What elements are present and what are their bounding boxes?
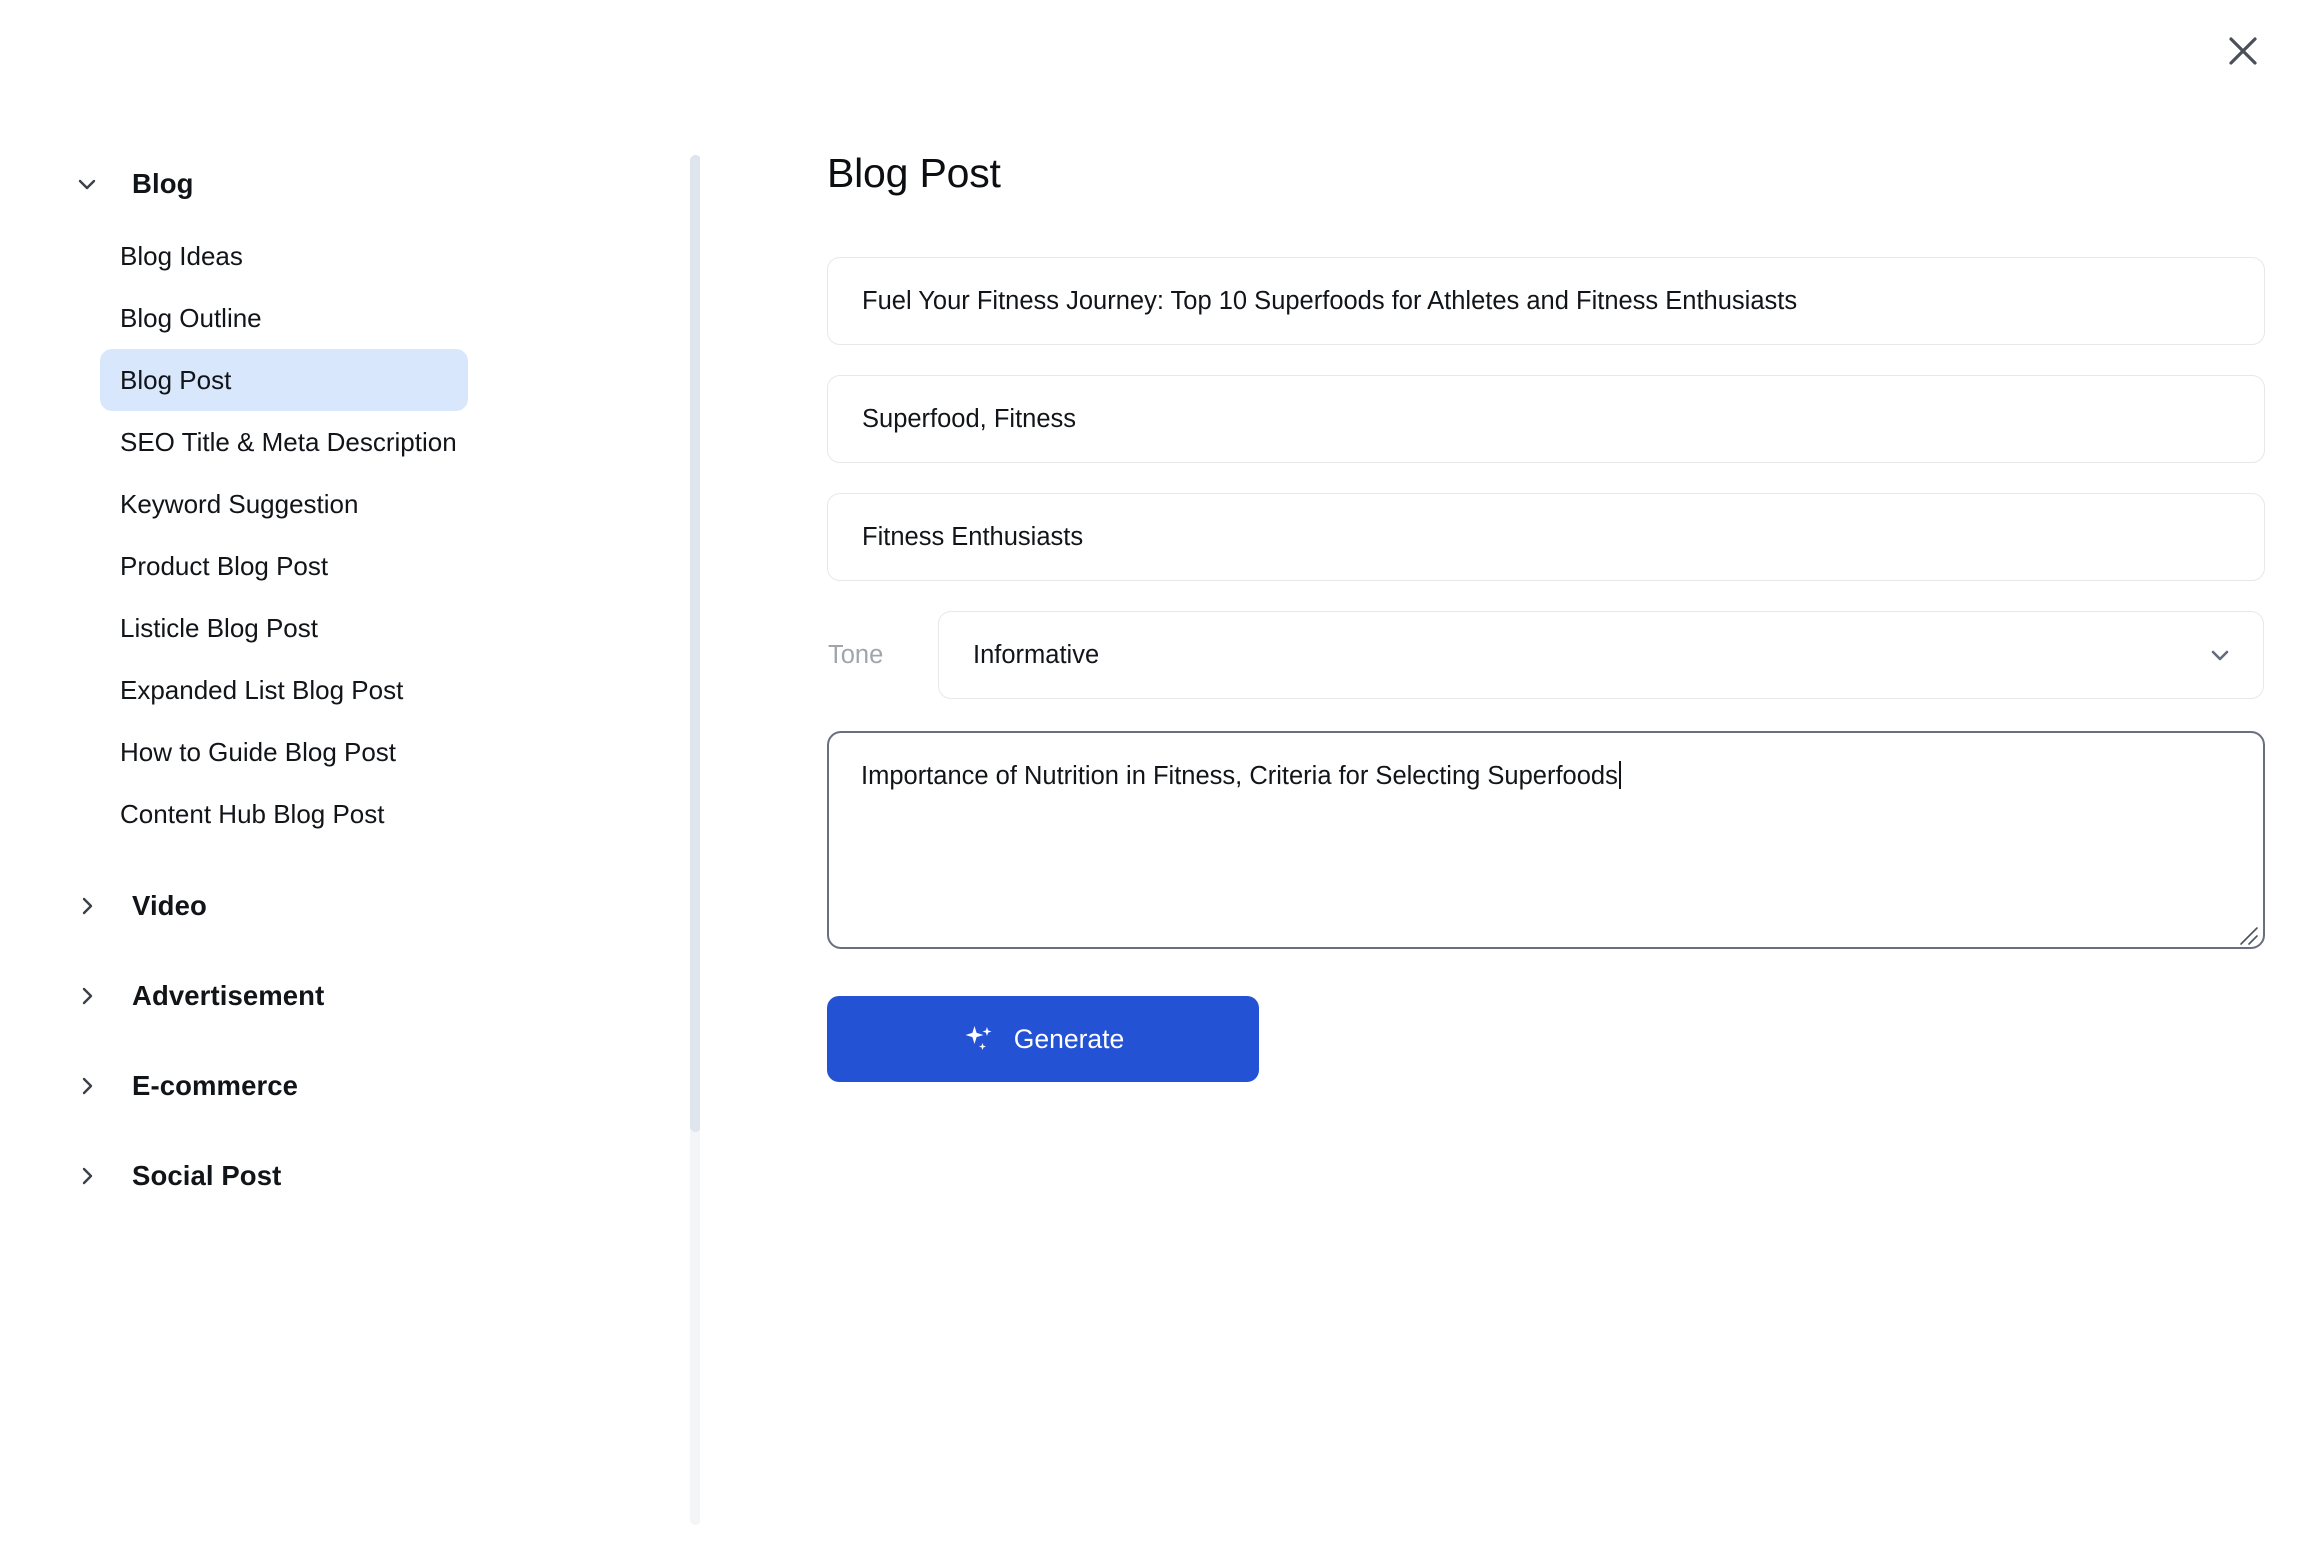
- sidebar-item-label: Blog Post: [120, 364, 232, 395]
- sidebar-item-how-to-guide-blog-post[interactable]: How to Guide Blog Post: [100, 721, 468, 783]
- sidebar-item-label: Keyword Suggestion: [120, 488, 359, 519]
- sidebar-item-blog-ideas[interactable]: Blog Ideas: [100, 225, 468, 287]
- chevron-right-icon: [72, 891, 102, 921]
- sidebar-item-seo-title-meta-description[interactable]: SEO Title & Meta Description: [100, 411, 468, 473]
- text-cursor: [1618, 761, 1621, 789]
- sidebar-item-blog-outline[interactable]: Blog Outline: [100, 287, 468, 349]
- sidebar-group-video[interactable]: Video: [0, 877, 700, 935]
- sidebar-item-product-blog-post[interactable]: Product Blog Post: [100, 535, 468, 597]
- topic-input-value: Fuel Your Fitness Journey: Top 10 Superf…: [862, 286, 1798, 315]
- sidebar-group-social-post[interactable]: Social Post: [0, 1147, 700, 1205]
- page-title: Blog Post: [827, 150, 1001, 196]
- sidebar-item-label: Blog Outline: [120, 302, 262, 333]
- chevron-right-icon: [72, 1071, 102, 1101]
- tone-select[interactable]: Informative: [938, 611, 2264, 699]
- generate-button[interactable]: Generate: [827, 996, 1259, 1082]
- outline-textarea-value: Importance of Nutrition in Fitness, Crit…: [861, 762, 1618, 790]
- dialog-body: Blog Blog Ideas Blog Outline Blog Post S…: [0, 0, 2302, 1546]
- app-root: Blog Blog Ideas Blog Outline Blog Post S…: [0, 0, 2302, 1546]
- sidebar-group-e-commerce[interactable]: E-commerce: [0, 1057, 700, 1115]
- resize-handle-icon[interactable]: [2237, 921, 2259, 945]
- sidebar-item-label: How to Guide Blog Post: [120, 736, 397, 767]
- keywords-input[interactable]: Superfood, Fitness: [827, 375, 2265, 463]
- sidebar-item-label: Listicle Blog Post: [120, 612, 318, 643]
- sidebar-item-expanded-list-blog-post[interactable]: Expanded List Blog Post: [100, 659, 468, 721]
- main-panel: Blog Post Fuel Your Fitness Journey: Top…: [700, 0, 2302, 1546]
- tone-label: Tone: [828, 640, 884, 669]
- sidebar-scrollbar-thumb[interactable]: [690, 155, 700, 1132]
- sidebar-group-label: Video: [132, 890, 207, 921]
- audience-input[interactable]: Fitness Enthusiasts: [827, 493, 2265, 581]
- sidebar: Blog Blog Ideas Blog Outline Blog Post S…: [0, 0, 700, 1546]
- sidebar-item-keyword-suggestion[interactable]: Keyword Suggestion: [100, 473, 468, 535]
- sidebar-item-listicle-blog-post[interactable]: Listicle Blog Post: [100, 597, 468, 659]
- chevron-down-icon: [2205, 640, 2235, 670]
- keywords-input-value: Superfood, Fitness: [862, 404, 1077, 433]
- sidebar-item-blog-post[interactable]: Blog Post: [100, 349, 468, 411]
- sidebar-group-label: Blog: [132, 168, 194, 199]
- chevron-right-icon: [72, 981, 102, 1011]
- chevron-right-icon: [72, 1161, 102, 1191]
- sidebar-item-label: Product Blog Post: [120, 550, 329, 581]
- sidebar-group-label: Social Post: [132, 1160, 282, 1191]
- sidebar-item-label: Content Hub Blog Post: [120, 798, 385, 829]
- sidebar-group-blog[interactable]: Blog: [0, 155, 700, 213]
- sidebar-group-label: Advertisement: [132, 980, 325, 1011]
- sidebar-sublist-blog: Blog Ideas Blog Outline Blog Post SEO Ti…: [0, 225, 700, 845]
- generate-button-label: Generate: [1013, 1023, 1125, 1054]
- tone-row: Tone Informative: [827, 611, 2302, 699]
- sparkle-icon: [962, 1022, 996, 1056]
- sidebar-item-label: Blog Ideas: [120, 240, 243, 271]
- chevron-down-icon: [72, 169, 102, 199]
- outline-textarea[interactable]: Importance of Nutrition in Fitness, Crit…: [827, 731, 2265, 949]
- sidebar-group-advertisement[interactable]: Advertisement: [0, 967, 700, 1025]
- sidebar-item-content-hub-blog-post[interactable]: Content Hub Blog Post: [100, 783, 468, 845]
- sidebar-group-label: E-commerce: [132, 1070, 299, 1101]
- tone-select-value: Informative: [973, 640, 1100, 669]
- sidebar-item-label: SEO Title & Meta Description: [120, 426, 457, 457]
- topic-input[interactable]: Fuel Your Fitness Journey: Top 10 Superf…: [827, 257, 2265, 345]
- sidebar-item-label: Expanded List Blog Post: [120, 674, 404, 705]
- audience-input-value: Fitness Enthusiasts: [862, 522, 1084, 551]
